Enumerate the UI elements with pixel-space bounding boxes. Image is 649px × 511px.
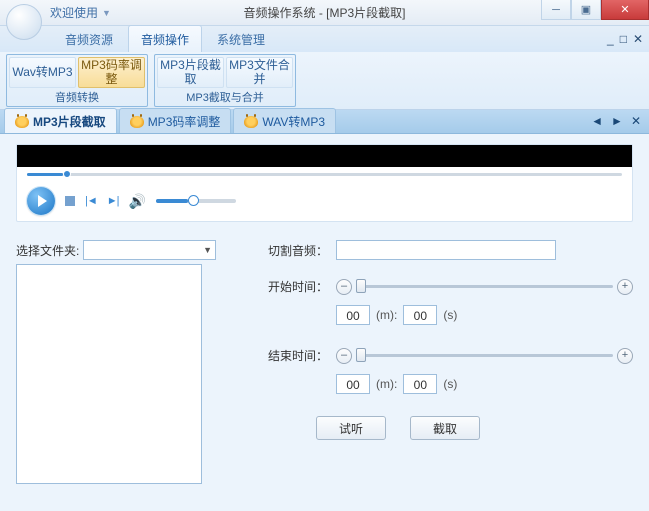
play-icon	[38, 195, 47, 207]
cut-audio-input[interactable]	[336, 240, 556, 260]
ribbon-group-cut-merge: MP3片段截取 MP3文件合并 MP3截取与合并	[154, 54, 296, 107]
end-plus-button[interactable]: +	[617, 348, 633, 364]
minutes-unit-label: (m):	[376, 308, 397, 322]
app-orb[interactable]	[6, 4, 42, 40]
volume-icon[interactable]: 🔊	[129, 193, 146, 210]
close-button[interactable]: ✕	[601, 0, 649, 20]
start-minus-button[interactable]: –	[336, 279, 352, 295]
maximize-button[interactable]: ▣	[571, 0, 601, 20]
menu-tab-audio-resource[interactable]: 音频资源	[52, 25, 126, 52]
minutes-unit-label: (m):	[376, 377, 397, 391]
doc-tab-mp3-bitrate[interactable]: MP3码率调整	[119, 108, 232, 133]
slider-thumb[interactable]	[356, 279, 366, 293]
menu-tab-audio-operation[interactable]: 音频操作	[128, 25, 202, 52]
doc-tab-mp3-cut[interactable]: MP3片段截取	[4, 108, 117, 133]
cut-button[interactable]: 截取	[410, 416, 480, 440]
play-button[interactable]	[27, 187, 55, 215]
end-time-label: 结束时间：	[256, 347, 328, 364]
seek-thumb[interactable]	[63, 170, 71, 178]
end-time-slider[interactable]	[356, 354, 613, 357]
player-display	[17, 145, 632, 167]
doc-tab-label: MP3片段截取	[33, 113, 106, 130]
mdi-close-button[interactable]: ✕	[633, 32, 643, 46]
doc-tabs-prev-button[interactable]: ◄	[589, 114, 605, 128]
folder-label: 选择文件夹:	[16, 242, 79, 259]
file-listbox[interactable]	[16, 264, 202, 484]
preview-button[interactable]: 试听	[316, 416, 386, 440]
next-track-button[interactable]: ►|	[107, 195, 119, 207]
start-plus-button[interactable]: +	[617, 279, 633, 295]
start-time-label: 开始时间：	[256, 278, 328, 295]
mdi-restore-button[interactable]: □	[620, 32, 627, 46]
seek-slider[interactable]	[17, 167, 632, 183]
audio-file-icon	[130, 116, 144, 128]
menu-tab-system-manage[interactable]: 系统管理	[204, 25, 278, 52]
doc-tabs-close-button[interactable]: ✕	[629, 114, 643, 128]
slider-thumb[interactable]	[356, 348, 366, 362]
cut-audio-label: 切割音频：	[256, 242, 328, 259]
window-title: 音频操作系统 - [MP3片段截取]	[243, 4, 405, 21]
chevron-down-icon: ▼	[102, 8, 111, 18]
folder-combobox[interactable]: ▼	[83, 240, 216, 260]
audio-file-icon	[244, 116, 258, 128]
welcome-dropdown[interactable]: 欢迎使用 ▼	[50, 4, 111, 21]
ribbon-mp3-bitrate-button[interactable]: MP3码率调整	[78, 57, 145, 88]
prev-track-button[interactable]: |◄	[85, 195, 97, 207]
volume-slider[interactable]	[156, 199, 236, 203]
ribbon-group-convert: Wav转MP3 MP3码率调整 音频转换	[6, 54, 148, 107]
volume-thumb[interactable]	[188, 195, 199, 206]
doc-tabs-next-button[interactable]: ►	[609, 114, 625, 128]
ribbon-mp3-merge-button[interactable]: MP3文件合并	[226, 57, 293, 88]
welcome-label: 欢迎使用	[50, 4, 98, 21]
end-seconds-input[interactable]: 00	[403, 374, 437, 394]
start-minutes-input[interactable]: 00	[336, 305, 370, 325]
seconds-unit-label: (s)	[443, 377, 457, 391]
start-time-slider[interactable]	[356, 285, 613, 288]
doc-tab-label: WAV转MP3	[262, 113, 325, 130]
seconds-unit-label: (s)	[443, 308, 457, 322]
doc-tab-label: MP3码率调整	[148, 113, 221, 130]
chevron-down-icon: ▼	[203, 245, 212, 255]
ribbon-group-cut-merge-label: MP3截取与合并	[157, 88, 293, 105]
audio-file-icon	[15, 116, 29, 128]
end-minutes-input[interactable]: 00	[336, 374, 370, 394]
start-seconds-input[interactable]: 00	[403, 305, 437, 325]
end-minus-button[interactable]: –	[336, 348, 352, 364]
ribbon-wav-to-mp3-button[interactable]: Wav转MP3	[9, 57, 76, 88]
stop-button[interactable]	[65, 196, 75, 206]
ribbon-mp3-cut-button[interactable]: MP3片段截取	[157, 57, 224, 88]
audio-player: |◄ ►| 🔊	[16, 144, 633, 222]
doc-tab-wav-to-mp3[interactable]: WAV转MP3	[233, 108, 336, 133]
ribbon-group-convert-label: 音频转换	[9, 88, 145, 105]
mdi-minimize-button[interactable]: _	[607, 32, 614, 46]
minimize-button[interactable]: ─	[541, 0, 571, 20]
